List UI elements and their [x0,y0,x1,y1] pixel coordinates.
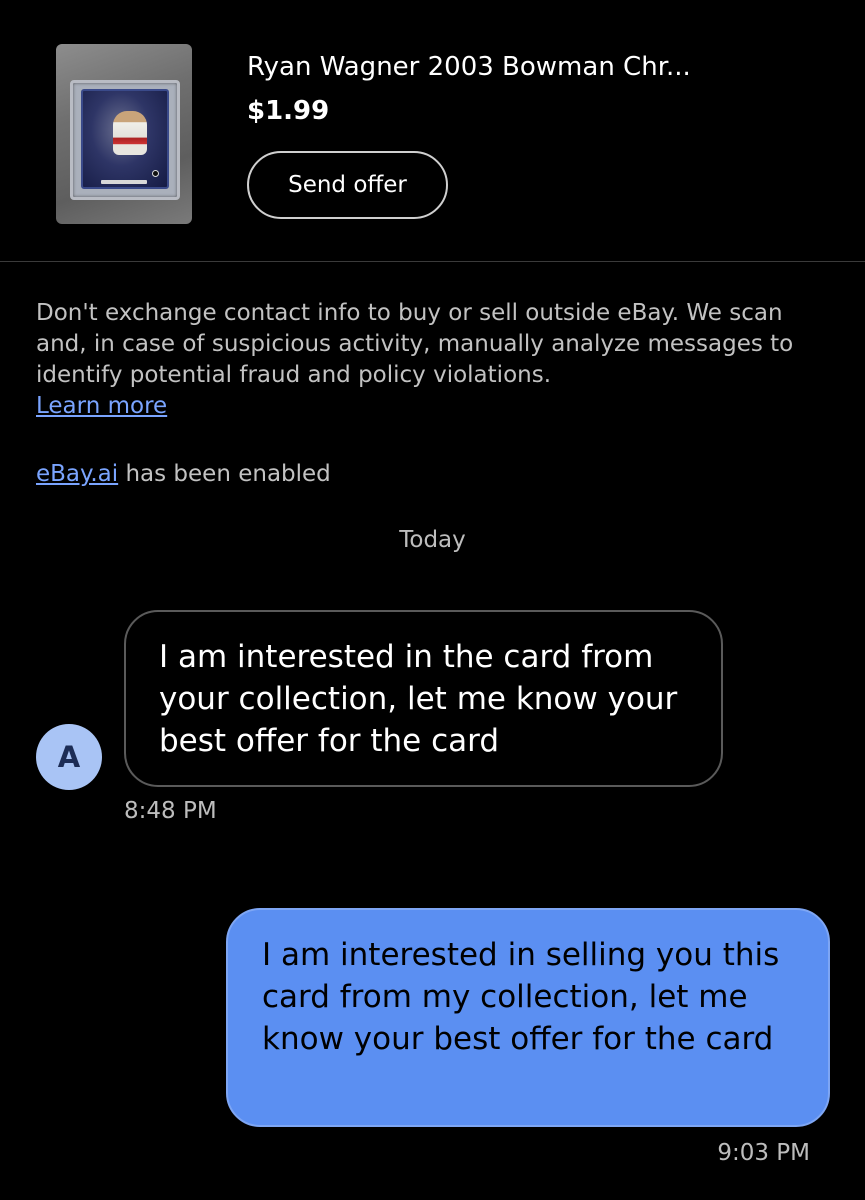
listing-thumbnail[interactable] [56,44,192,224]
outgoing-message-bubble[interactable]: I am interested in selling you this card… [226,908,830,1127]
outgoing-message-text: I am interested in selling you this card… [262,937,780,1057]
date-separator: Today [399,527,466,553]
listing-price: $1.99 [247,96,330,126]
send-offer-button[interactable]: Send offer [247,151,448,219]
player-figure [113,111,147,155]
conversation-screen: Ryan Wagner 2003 Bowman Chr... $1.99 Sen… [0,0,865,1200]
graded-card-slab [70,80,180,200]
header-divider [0,261,865,262]
ai-enabled-notice: eBay.ai has been enabled [36,459,331,490]
listing-header[interactable]: Ryan Wagner 2003 Bowman Chr... $1.99 Sen… [0,0,865,262]
ebay-ai-link[interactable]: eBay.ai [36,461,118,487]
safety-notice: Don't exchange contact info to buy or se… [36,298,836,422]
ai-enabled-text: has been enabled [118,461,331,487]
learn-more-link[interactable]: Learn more [36,391,167,422]
card-artwork [81,89,169,189]
card-nameplate [101,180,147,184]
incoming-message-text: I am interested in the card from your co… [159,639,678,759]
incoming-message-bubble[interactable]: I am interested in the card from your co… [124,610,723,787]
sender-avatar[interactable]: A [36,724,102,790]
outgoing-message-time: 9:03 PM [717,1140,810,1166]
card-logo [152,170,159,177]
safety-notice-text: Don't exchange contact info to buy or se… [36,300,794,388]
incoming-message-time: 8:48 PM [124,798,217,824]
listing-title[interactable]: Ryan Wagner 2003 Bowman Chr... [247,50,807,84]
